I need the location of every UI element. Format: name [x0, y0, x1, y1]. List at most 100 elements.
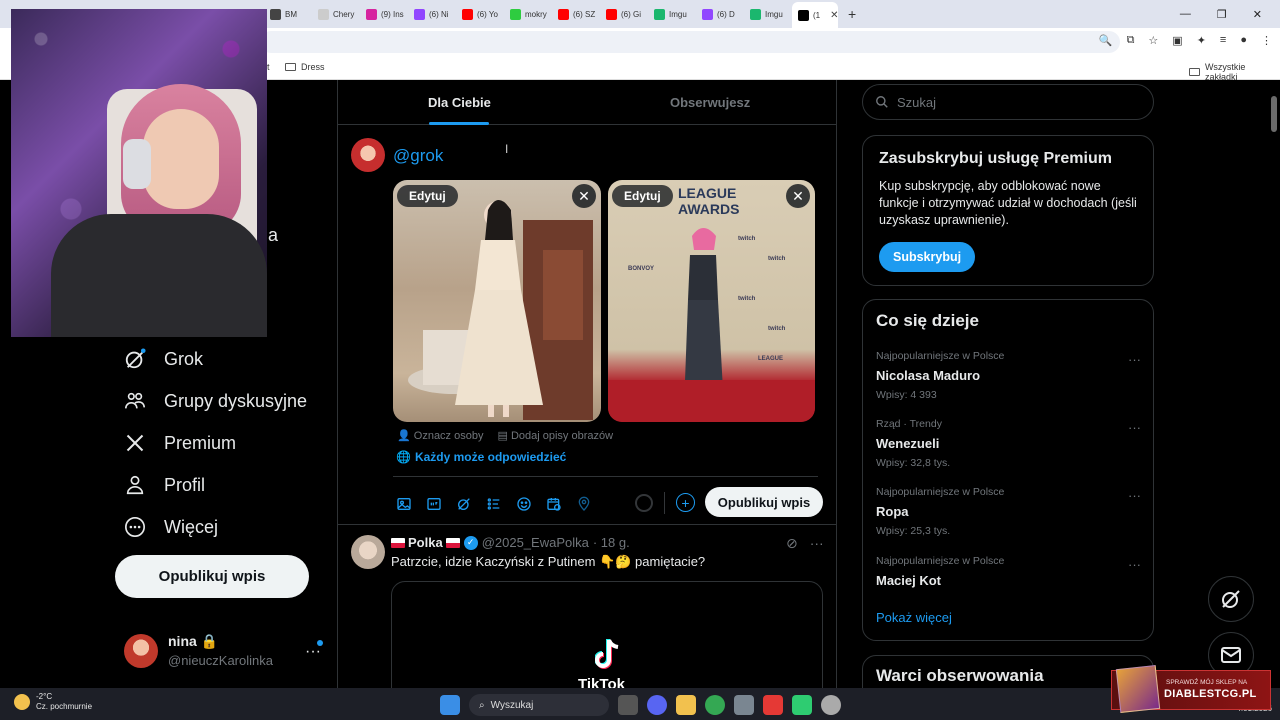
poland-flag-icon: [391, 537, 405, 548]
media-icon[interactable]: ≡: [1220, 34, 1226, 47]
close-tab-icon[interactable]: ✕: [830, 10, 838, 21]
remove-image-icon[interactable]: ✕: [786, 184, 810, 208]
bookmark-all-folder[interactable]: Wszystkie zakładki: [1189, 62, 1280, 82]
attached-image-awards[interactable]: LEAGUE AWARDS twitch twitch twitch twitch B…: [608, 180, 815, 422]
browser-tab[interactable]: BM: [264, 3, 310, 25]
browser-tab[interactable]: (6) Gi: [600, 3, 646, 25]
svg-text:twitch: twitch: [738, 296, 756, 302]
url-field[interactable]: [260, 31, 1120, 53]
add-alt-text-link[interactable]: ▤ Dodaj opisy obrazów: [497, 429, 613, 442]
weather-widget[interactable]: -2°C Cz. pochmurnie: [14, 692, 92, 712]
browser-tab[interactable]: (1 ✕: [792, 2, 838, 28]
trend-more-icon[interactable]: ···: [1128, 352, 1141, 367]
communities-icon: [124, 390, 146, 412]
browser-tab[interactable]: mokry: [504, 3, 550, 25]
subscribe-button[interactable]: Subskrybuj: [879, 242, 976, 272]
search-input[interactable]: Szukaj: [862, 84, 1154, 120]
grok-tool-icon[interactable]: [453, 493, 474, 514]
tweet-more-icon[interactable]: ···: [810, 535, 824, 552]
discord-icon[interactable]: [647, 695, 667, 715]
show-more-link[interactable]: Pokaż więcej: [876, 610, 952, 625]
start-icon[interactable]: [440, 695, 460, 715]
menu-kebab-icon[interactable]: ⋮: [1261, 34, 1272, 47]
app-icon[interactable]: [734, 695, 754, 715]
install-icon[interactable]: ⧉: [1127, 34, 1135, 47]
extensions-icon[interactable]: ✦: [1197, 34, 1206, 47]
trend-more-icon[interactable]: ···: [1128, 557, 1141, 572]
edit-image-button[interactable]: Edytuj: [397, 185, 458, 207]
browser-tab[interactable]: Chery: [312, 3, 358, 25]
emoji-icon[interactable]: [513, 493, 534, 514]
tweet-avatar[interactable]: [351, 535, 385, 569]
nav-item-more[interactable]: Więcej: [124, 516, 218, 538]
file-explorer-icon[interactable]: [676, 695, 696, 715]
app-icon[interactable]: [763, 695, 783, 715]
minimize-icon[interactable]: —: [1180, 8, 1191, 20]
browser-tab[interactable]: (6) Yo: [456, 3, 502, 25]
nav-item-grok[interactable]: Grok: [124, 348, 203, 370]
tiktok-wordmark: TikTok: [578, 676, 625, 688]
tag-people-link[interactable]: 👤 Oznacz osoby: [397, 429, 483, 442]
new-tab-button[interactable]: +: [848, 6, 856, 22]
browser-tab[interactable]: (6) Ni: [408, 3, 454, 25]
profile-avatar-icon[interactable]: ●: [1240, 34, 1247, 47]
reply-setting[interactable]: 🌐 Każdy może odpowiedzieć: [396, 450, 566, 464]
tab-following[interactable]: Obserwujesz: [670, 95, 750, 110]
browser-tab[interactable]: Imgu: [744, 3, 790, 25]
premium-card: Zasubskrybuj usługę Premium Kup subskryp…: [862, 135, 1154, 286]
bookmark-star-icon[interactable]: ☆: [1148, 34, 1158, 47]
nav-item-premium[interactable]: Premium: [124, 432, 236, 454]
edit-image-button[interactable]: Edytuj: [612, 185, 673, 207]
add-post-icon[interactable]: +: [676, 493, 695, 512]
location-icon[interactable]: [573, 493, 594, 514]
browser-tab[interactable]: (9) Ins: [360, 3, 406, 25]
nav-item-profile[interactable]: Profil: [124, 474, 205, 496]
nav-label: Grok: [164, 348, 204, 369]
account-switcher[interactable]: nina 🔒 @nieuczKarolinka: [124, 633, 273, 668]
remove-image-icon[interactable]: ✕: [572, 184, 596, 208]
awards-figure: LEAGUE AWARDS twitch twitch twitch twitch B…: [608, 185, 815, 422]
trend-item[interactable]: Najpopularniejsze w Polsce Nicolasa Madu…: [876, 350, 1141, 401]
app-icon[interactable]: [792, 695, 812, 715]
gif-icon[interactable]: [423, 493, 444, 514]
composer-post-button[interactable]: Opublikuj wpis: [705, 487, 823, 517]
banner-small-text: SPRAWDŹ MÓJ SKLEP NA: [1166, 679, 1248, 686]
obs-icon[interactable]: [821, 695, 841, 715]
composer-input[interactable]: @grok: [393, 146, 443, 166]
poll-icon[interactable]: [483, 493, 504, 514]
zoom-icon[interactable]: 🔍: [1099, 34, 1113, 47]
shop-banner: SPRAWDŹ MÓJ SKLEP NA DIABLESTCG.PL: [1111, 665, 1271, 713]
task-view-icon[interactable]: [618, 695, 638, 715]
tweet-handle[interactable]: @2025_EwaPolka: [482, 535, 589, 550]
trend-more-icon[interactable]: ···: [1128, 420, 1141, 435]
bookmark-folder-dress[interactable]: Dress: [285, 62, 325, 72]
close-window-icon[interactable]: ✕: [1253, 8, 1262, 21]
maximize-icon[interactable]: ❐: [1217, 8, 1227, 21]
attached-image-dress[interactable]: Edytuj ✕: [393, 180, 601, 422]
trend-more-icon[interactable]: ···: [1128, 488, 1141, 503]
grok-float-button[interactable]: [1208, 576, 1254, 622]
globe-icon: 🌐: [396, 450, 411, 464]
grok-explain-icon[interactable]: ⊘: [786, 535, 798, 552]
chrome-icon[interactable]: [705, 695, 725, 715]
tweet-author[interactable]: Polka: [391, 535, 460, 550]
nav-item-communities[interactable]: Grupy dyskusyjne: [124, 390, 307, 412]
page-scrollbar[interactable]: [1268, 80, 1280, 688]
image-icon[interactable]: [393, 493, 414, 514]
tweet-video[interactable]: TikTok: [391, 581, 823, 688]
tweet-time[interactable]: · 18 g.: [593, 535, 630, 550]
trend-item[interactable]: Rząd · Trendy Wenezueli Wpisy: 32,8 tys.…: [876, 418, 1141, 469]
schedule-icon[interactable]: [543, 493, 564, 514]
scrollbar-thumb[interactable]: [1271, 96, 1277, 132]
trend-item[interactable]: Najpopularniejsze w Polsce Maciej Kot ··…: [876, 555, 1141, 588]
taskbar-search[interactable]: ⌕ Wyszukaj: [469, 694, 609, 716]
browser-tab[interactable]: (6) D: [696, 3, 742, 25]
composer-avatar[interactable]: [351, 138, 385, 172]
sidebar-toggle-icon[interactable]: ▣: [1172, 34, 1182, 47]
browser-tab[interactable]: Imgu: [648, 3, 694, 25]
trend-item[interactable]: Najpopularniejsze w Polsce Ropa Wpisy: 2…: [876, 486, 1141, 537]
tab-label: (6) Ni: [429, 9, 449, 19]
tab-for-you[interactable]: Dla Ciebie: [428, 95, 491, 110]
post-button[interactable]: Opublikuj wpis: [115, 555, 309, 598]
browser-tab[interactable]: (6) SZ: [552, 3, 598, 25]
